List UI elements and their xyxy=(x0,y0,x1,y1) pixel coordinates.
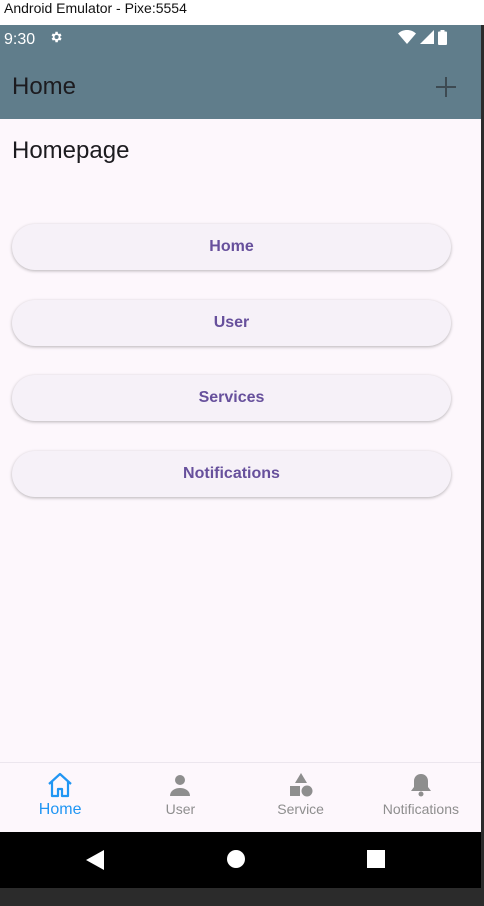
page-heading: Homepage xyxy=(12,137,130,164)
settings-gear-icon xyxy=(49,30,63,49)
signal-icon xyxy=(420,30,434,49)
shapes-icon xyxy=(288,771,314,799)
phone-screen: 9:30 Home Homepage Home User Services No… xyxy=(0,25,481,888)
app-bar-title: Home xyxy=(12,72,77,100)
nav-item-user[interactable]: User xyxy=(120,763,240,832)
notifications-button[interactable]: Notifications xyxy=(12,451,451,497)
person-icon xyxy=(169,771,191,799)
battery-icon xyxy=(438,29,447,50)
nav-label-user: User xyxy=(165,801,196,817)
add-button[interactable] xyxy=(431,72,461,102)
back-icon[interactable] xyxy=(86,850,104,875)
status-bar: 9:30 xyxy=(0,25,481,54)
home-circle-icon[interactable] xyxy=(227,850,245,873)
user-button[interactable]: User xyxy=(12,300,451,346)
services-button[interactable]: Services xyxy=(12,375,451,421)
status-time: 9:30 xyxy=(4,30,36,48)
bottom-navigation: Home User Service Notifications xyxy=(0,762,481,832)
recents-square-icon[interactable] xyxy=(367,850,385,873)
bell-icon xyxy=(410,771,432,799)
home-button[interactable]: Home xyxy=(12,224,451,270)
system-navigation-bar xyxy=(0,832,481,888)
status-icons xyxy=(398,29,473,50)
plus-icon xyxy=(436,76,456,97)
nav-label-notifications: Notifications xyxy=(382,801,459,817)
main-content: Homepage Home User Services Notification… xyxy=(0,119,481,762)
emulator-window-title: Android Emulator - Pixe:5554 xyxy=(0,0,484,25)
nav-item-notifications[interactable]: Notifications xyxy=(361,763,481,832)
nav-item-home[interactable]: Home xyxy=(0,763,120,832)
nav-label-service: Service xyxy=(277,801,324,817)
wifi-icon xyxy=(398,30,416,49)
home-icon xyxy=(46,771,74,799)
nav-item-service[interactable]: Service xyxy=(241,763,361,832)
app-bar: Home xyxy=(0,54,481,119)
nav-label-home: Home xyxy=(38,801,82,818)
